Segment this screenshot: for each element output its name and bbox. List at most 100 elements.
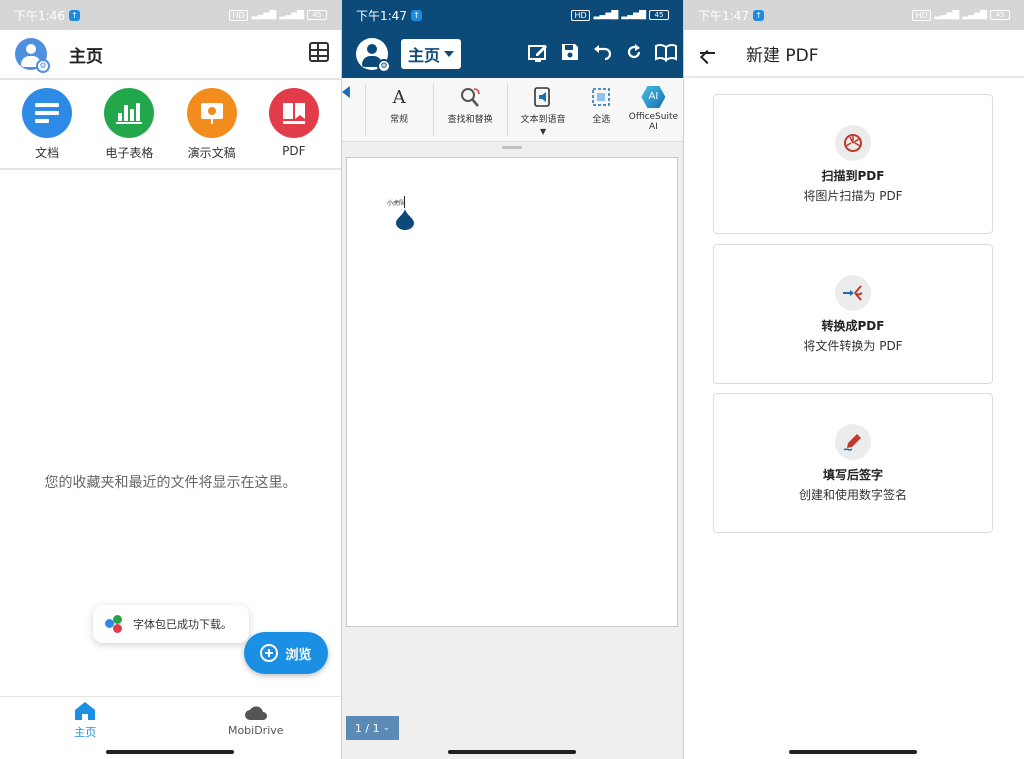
- signal-icon: ▂▃▅▇: [934, 10, 960, 20]
- read-mode-icon[interactable]: [655, 42, 677, 64]
- scroll-left-icon[interactable]: [342, 86, 350, 98]
- pdf-icon: [268, 88, 319, 138]
- scan-icon: [835, 124, 871, 161]
- app-documents[interactable]: 文档: [12, 88, 82, 168]
- signal-icon-2: ▂▃▅▇: [962, 10, 987, 20]
- signal-icon: ▂▃▅▇: [251, 10, 277, 20]
- hd-icon: HD: [229, 9, 248, 21]
- editor-toolbar: ⚙ 主页: [342, 30, 683, 78]
- ribbon-label: 查找和替换: [447, 115, 493, 125]
- nav-mobidrive-label: MobiDrive: [227, 723, 284, 737]
- presentation-icon: [186, 88, 237, 138]
- ribbon-find-replace[interactable]: 查找和替换: [434, 78, 507, 125]
- dropdown-arrow-icon: [444, 51, 454, 57]
- page-title: 新建 PDF: [746, 45, 819, 66]
- scan-to-pdf-card[interactable]: 扫描到PDF 将图片扫描为 PDF: [713, 94, 993, 234]
- app-shortcuts: 文档 电子表格 演示文稿 PDF: [0, 88, 341, 168]
- header-divider: [0, 78, 341, 80]
- find-replace-icon: [458, 86, 482, 108]
- hd-icon: HD: [912, 9, 931, 21]
- nav-home-label: 主页: [74, 726, 97, 739]
- signature-icon: [835, 423, 871, 460]
- chevron-down-icon: ⌄: [382, 723, 391, 733]
- account-avatar-icon[interactable]: ⚙: [15, 38, 50, 73]
- ribbon-officesuite-ai[interactable]: AI OfficeSuite AI: [624, 78, 683, 132]
- toast-notification: 字体包已成功下载。: [93, 605, 249, 643]
- status-time: 下午1:47: [698, 8, 749, 23]
- battery-level: 45: [649, 10, 669, 20]
- document-editor-panel: 下午1:47 ↑ HD ▂▃▅▇ ▂▃▅▇ 45 ⚙ 主页 A 常规 查找和替换…: [342, 0, 683, 759]
- text-to-speech-icon: [532, 86, 554, 108]
- font-icon: A: [392, 86, 406, 108]
- app-header: ⚙ 主页: [0, 30, 341, 78]
- app-logo-icon: [105, 615, 123, 633]
- save-icon[interactable]: [559, 42, 581, 64]
- ai-icon: AI: [641, 86, 666, 108]
- ribbon-text-to-speech[interactable]: 文本到语音 ▼: [508, 78, 579, 136]
- cloud-icon: [244, 705, 267, 720]
- ribbon-collapse-handle[interactable]: [502, 146, 522, 149]
- document-text[interactable]: 小虎队: [387, 198, 405, 207]
- system-home-bar[interactable]: [448, 750, 576, 754]
- ribbon-tab-label: 主页: [407, 46, 440, 65]
- signal-icon: ▂▃▅▇: [593, 10, 619, 20]
- signal-icon-2: ▂▃▅▇: [279, 10, 304, 20]
- fill-and-sign-card[interactable]: 填写后签字 创建和使用数字签名: [713, 393, 993, 533]
- convert-icon: [835, 274, 871, 311]
- card-title: 转换成PDF: [821, 318, 885, 333]
- status-time: 下午1:47: [356, 8, 407, 23]
- new-pdf-panel: 下午1:47 ↑ HD ▂▃▅▇ ▂▃▅▇ 45 新建 PDF 扫描到PDF 将…: [684, 0, 1024, 759]
- upload-icon: ↑: [410, 9, 422, 21]
- back-arrow-icon[interactable]: [698, 44, 716, 62]
- convert-to-pdf-card[interactable]: 转换成PDF 将文件转换为 PDF: [713, 244, 993, 384]
- card-title: 填写后签字: [822, 467, 883, 482]
- edit-mode-icon[interactable]: [527, 42, 549, 64]
- status-bar: 下午1:46 ↑ HD ▂▃▅▇ ▂▃▅▇ 45: [0, 0, 341, 30]
- settings-gear-icon: ⚙: [36, 59, 50, 73]
- app-presentations[interactable]: 演示文稿: [177, 88, 247, 168]
- page-number: 1 / 1: [354, 721, 380, 735]
- card-title: 扫描到PDF: [821, 168, 885, 183]
- nav-mobidrive[interactable]: MobiDrive: [171, 697, 342, 744]
- ribbon-label: 常规: [390, 115, 409, 125]
- ribbon-normal-style[interactable]: A 常规: [366, 78, 433, 126]
- ribbon-label: 文本到语音: [520, 115, 566, 125]
- system-home-bar[interactable]: [789, 750, 917, 754]
- app-label: 文档: [35, 146, 60, 160]
- card-subtitle: 将图片扫描为 PDF: [803, 188, 903, 203]
- nav-home[interactable]: 主页: [0, 697, 171, 744]
- ribbon-select-all[interactable]: 全选: [579, 78, 624, 125]
- cursor-handle-icon[interactable]: [395, 208, 415, 230]
- spreadsheet-icon: [104, 88, 155, 138]
- ribbon-tab-dropdown[interactable]: 主页: [401, 39, 461, 69]
- document-page[interactable]: 小虎队: [346, 157, 678, 627]
- toast-message: 字体包已成功下载。: [133, 618, 232, 631]
- empty-state-message: 您的收藏夹和最近的文件将显示在这里。: [44, 475, 297, 491]
- hd-icon: HD: [571, 9, 590, 21]
- redo-icon[interactable]: [623, 42, 645, 64]
- page-indicator[interactable]: 1 / 1 ⌄: [346, 716, 399, 740]
- app-label: PDF: [282, 144, 306, 158]
- app-spreadsheets[interactable]: 电子表格: [94, 88, 164, 168]
- expand-arrow-icon[interactable]: ▼: [540, 127, 546, 136]
- page-title: 主页: [69, 46, 103, 67]
- card-subtitle: 创建和使用数字签名: [798, 487, 907, 502]
- upload-icon: ↑: [752, 9, 764, 21]
- battery-level: 45: [307, 10, 327, 20]
- browse-button[interactable]: 浏览: [244, 632, 328, 674]
- grid-view-icon[interactable]: [309, 42, 329, 62]
- browse-label: 浏览: [285, 647, 312, 663]
- page-header: 新建 PDF: [684, 30, 1024, 78]
- settings-gear-icon: ⚙: [377, 59, 391, 73]
- card-subtitle: 将文件转换为 PDF: [803, 338, 903, 353]
- apps-divider: [0, 168, 341, 170]
- upload-icon: ↑: [68, 9, 80, 21]
- status-bar: 下午1:47 ↑ HD ▂▃▅▇ ▂▃▅▇ 45: [342, 0, 683, 30]
- app-pdf[interactable]: PDF: [259, 88, 329, 168]
- bottom-navigation: 主页 MobiDrive: [0, 696, 341, 744]
- account-avatar-icon[interactable]: ⚙: [356, 38, 391, 73]
- system-home-bar[interactable]: [106, 750, 234, 754]
- undo-icon[interactable]: [591, 42, 613, 64]
- ribbon-label: 全选: [592, 115, 611, 125]
- home-screen-panel: 下午1:46 ↑ HD ▂▃▅▇ ▂▃▅▇ 45 ⚙ 主页 文档 电子表格 演示…: [0, 0, 341, 759]
